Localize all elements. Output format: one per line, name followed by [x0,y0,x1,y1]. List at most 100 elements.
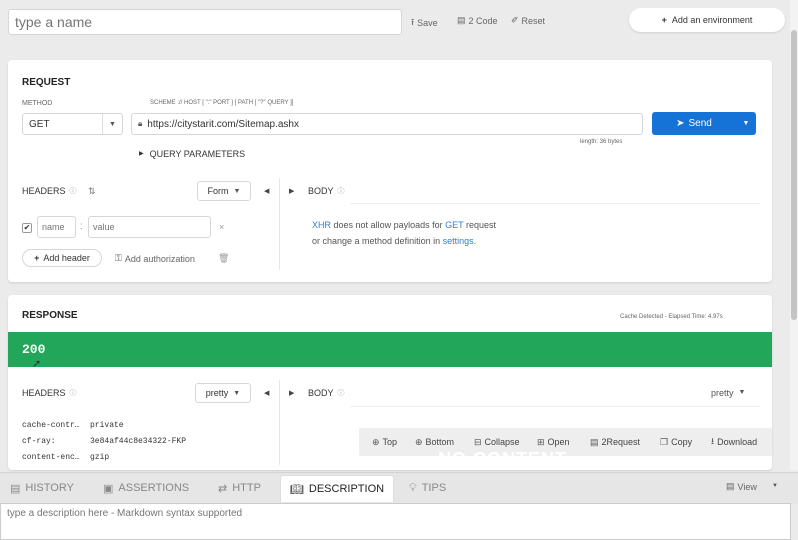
add-authorization-button[interactable]: ⚿ Add authorization [115,253,195,264]
top-button[interactable]: ⊕ Top [372,434,397,450]
sort-icon[interactable]: ⇅ [88,186,96,197]
trash-icon[interactable]: 🗑︎ [218,253,229,264]
eraser-icon: ✐ [511,15,519,25]
info-icon: ⓘ [337,390,345,397]
tab-tips[interactable]: 💡︎ TIPS [409,478,446,498]
to-request-button[interactable]: ▤ 2Request [590,434,640,450]
panel-divider [279,178,280,270]
response-panel-divider [279,380,280,465]
response-headers-list: cache-contr… private cf-ray: 3e84af44c8e34… [22,418,186,466]
expand-right-icon[interactable]: ▶ [289,187,294,195]
method-label: METHOD [22,100,53,107]
status-bar: 200 [8,332,772,367]
request-name-input[interactable] [9,10,401,34]
body-divider [350,203,760,204]
expand-right-icon[interactable]: ▶ [289,389,294,397]
collapse-left-icon[interactable]: ◀ [264,389,269,397]
scheme-label: SCHEME :// HOST [ ":" PORT ] [ PATH [ "?… [150,100,294,106]
settings-link[interactable]: settings. [443,236,477,246]
view-icon: ▤ [726,481,735,491]
book-icon: 📖︎ [289,483,304,496]
caret-down-icon: ▼ [738,389,746,396]
code-button[interactable]: ▤ 2 Code [457,15,498,26]
info-icon: ⓘ [69,188,77,195]
add-environment-button[interactable]: + Add an environment [629,8,785,32]
method-select[interactable]: GET ▼ [22,113,123,135]
request-name-input-box[interactable] [8,9,402,35]
key-icon: ⚿ [115,253,122,263]
length-text: length: 36 bytes [580,139,623,145]
exchange-icon: ⇄ [218,482,228,495]
open-button[interactable]: ⊞ Open [537,434,570,450]
header-separator: : [80,221,83,232]
remove-header-icon[interactable]: × [219,222,224,232]
body-message: XHR does not allow payloads for GET requ… [312,220,497,246]
table-row: cf-ray: 3e84af44c8e34322-FKP [22,437,187,446]
headers-pretty-select[interactable]: pretty ▼ [195,383,251,403]
copy-button[interactable]: ❐ Copy [660,434,692,450]
copy-icon: ❐ [660,436,669,447]
send-button[interactable]: ➤ Send ▼ [652,112,756,135]
collapse-left-icon[interactable]: ◀ [264,187,269,195]
arrow-up-circle-icon: ⊕ [372,436,380,447]
tab-description[interactable]: 📖︎ DESCRIPTION [280,475,394,502]
description-input[interactable] [1,504,790,539]
header-value-field[interactable] [89,217,210,237]
header-value-input[interactable] [88,216,211,238]
response-meta: Cache Detected - Elapsed Time: 4.97s [620,314,723,320]
header-enabled-checkbox[interactable]: ✔ [22,223,32,233]
info-icon: ⓘ [69,390,77,397]
table-row: content-enc… gzip [22,453,110,462]
collapse-button[interactable]: ⊟ Collapse [474,434,520,450]
collapse-icon: ⊟ [474,436,482,447]
upload-icon: ⭱ [411,17,415,27]
send-icon: ➤ [676,118,685,129]
table-row: cache-contr… private [22,421,124,430]
request-headers-label: HEADERS ⓘ [22,186,77,196]
response-headers-label: HEADERS ⓘ [22,388,77,398]
file-icon: ▤ [590,436,599,447]
query-parameters-toggle[interactable]: ▶ QUERY PARAMETERS [139,149,245,159]
download-button[interactable]: ⭳ Download [711,434,757,450]
assertions-icon: ▣ [103,482,114,495]
bottom-button[interactable]: ⊕ Bottom [415,434,454,450]
form-select[interactable]: Form ▼ [197,181,251,201]
save-button[interactable]: ⭱ Save [411,15,438,31]
triangle-right-icon: ▶ [139,151,144,157]
body-header-divider [350,406,760,407]
mouse-cursor-icon: ➚ [32,358,42,370]
caret-down-icon: ▼ [109,120,116,128]
get-text: GET [445,220,464,230]
tab-http[interactable]: ⇄ HTTP [218,478,261,498]
tab-assertions[interactable]: ▣ ASSERTIONS [103,478,189,498]
info-icon: ⓘ [337,188,345,195]
caret-down-icon: ▼ [233,389,241,397]
send-options-dropdown[interactable]: ▼ [736,120,756,127]
lightbulb-icon: 💡︎ [409,481,417,494]
body-pretty-select[interactable]: pretty ▼ [711,388,745,398]
request-title: REQUEST [22,77,71,88]
description-area[interactable] [0,503,791,540]
scrollbar-thumb[interactable] [791,30,797,320]
response-title: RESPONSE [22,310,78,321]
view-button[interactable]: ▤ View [726,481,757,492]
tab-history[interactable]: ▤ HISTORY [10,478,74,498]
reset-button[interactable]: ✐ Reset [511,15,545,26]
history-icon: ▤ [10,482,21,495]
expand-icon: ⊞ [537,436,545,447]
header-name-field[interactable] [38,217,75,237]
url-field[interactable]: 🔒︎ https://citystarit.com/Sitemap.ashx [131,113,643,135]
arrow-down-circle-icon: ⊕ [415,436,423,447]
method-dropdown[interactable]: ▼ [102,114,122,134]
view-dropdown[interactable]: ▼ [772,483,778,489]
status-code: 200 [22,342,46,357]
request-body-label: BODY ⓘ [308,186,345,196]
header-name-input[interactable] [37,216,76,238]
lock-icon: 🔒︎ [138,119,143,128]
response-body-label: BODY ⓘ [308,388,345,398]
add-header-button[interactable]: + Add header [22,249,102,267]
xhr-link[interactable]: XHR [312,220,331,230]
caret-down-icon: ▼ [233,187,241,195]
file-icon: ▤ [457,15,466,25]
plus-icon: + [661,15,667,25]
